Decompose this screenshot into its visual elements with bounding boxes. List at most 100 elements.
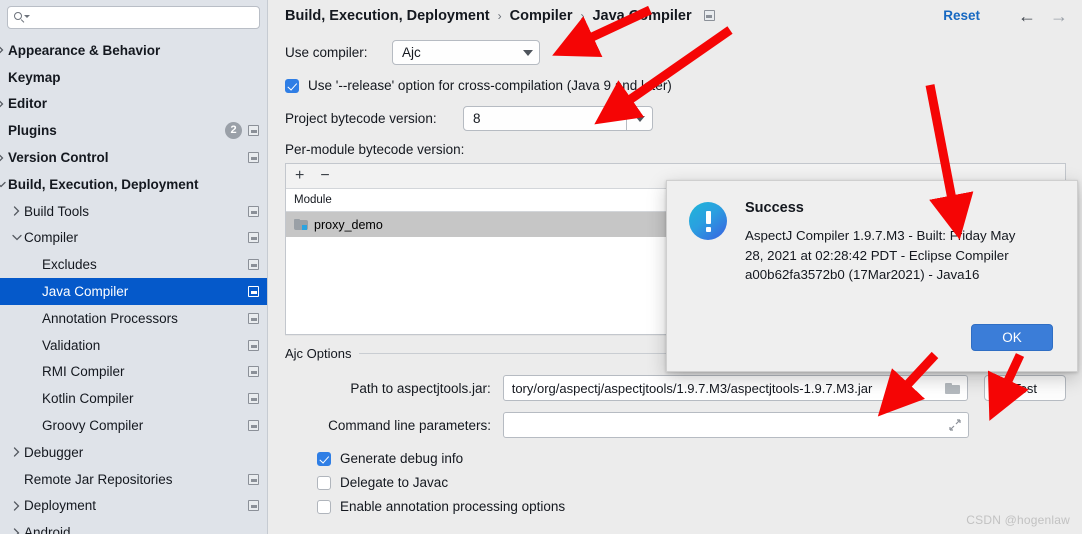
add-module-button[interactable]: + xyxy=(295,168,304,184)
sidebar-item-label: Version Control xyxy=(8,150,109,166)
sidebar-item-label: Excludes xyxy=(42,257,97,273)
project-settings-icon xyxy=(248,339,259,351)
sidebar-item-label: Keymap xyxy=(8,69,61,85)
sidebar-item-validation[interactable]: Validation xyxy=(0,332,267,359)
per-module-label: Per-module bytecode version: xyxy=(285,142,465,157)
dialog-text-block: Success AspectJ Compiler 1.9.7.M3 - Buil… xyxy=(745,200,1027,285)
project-bytecode-label: Project bytecode version: xyxy=(285,111,437,126)
project-settings-icon xyxy=(248,205,259,217)
delegate-to-javac-checkbox[interactable] xyxy=(317,475,331,490)
use-compiler-row: Use compiler: Ajc xyxy=(285,40,1066,65)
project-settings-icon xyxy=(248,420,259,432)
chevron-right-icon[interactable] xyxy=(0,153,7,163)
sidebar-item-debugger[interactable]: Debugger xyxy=(0,439,267,466)
sidebar-item-label: Compiler xyxy=(24,230,79,246)
ok-button[interactable]: OK xyxy=(971,324,1053,351)
sidebar-item-groovy-compiler[interactable]: Groovy Compiler xyxy=(0,412,267,439)
sidebar-item-plugins[interactable]: Plugins 2 xyxy=(0,117,267,144)
sidebar-item-excludes[interactable]: Excludes xyxy=(0,251,267,278)
breadcrumb-item-2[interactable]: Java Compiler xyxy=(592,8,691,24)
cmd-label: Command line parameters: xyxy=(328,417,491,433)
sidebar-item-remote-jar-repositories[interactable]: Remote Jar Repositories xyxy=(0,466,267,493)
chevron-right-icon[interactable] xyxy=(10,528,23,534)
project-settings-icon xyxy=(248,125,259,137)
chevron-down-icon[interactable] xyxy=(0,181,7,188)
ajc-options-title: Ajc Options xyxy=(285,346,352,361)
generate-debug-info-checkbox[interactable] xyxy=(317,451,331,466)
breadcrumb-item-0[interactable]: Build, Execution, Deployment xyxy=(285,8,490,24)
sidebar-item-build-tools[interactable]: Build Tools xyxy=(0,198,267,225)
breadcrumb: Build, Execution, Deployment › Compiler … xyxy=(285,8,715,24)
sidebar-item-label: Groovy Compiler xyxy=(42,418,144,434)
sidebar-item-build-execution-deployment[interactable]: Build, Execution, Deployment xyxy=(0,171,267,198)
sidebar-item-label: Editor xyxy=(8,96,47,112)
sidebar-item-deployment[interactable]: Deployment xyxy=(0,493,267,520)
sidebar-item-annotation-processors[interactable]: Annotation Processors xyxy=(0,305,267,332)
sidebar-item-editor[interactable]: Editor xyxy=(0,91,267,118)
expand-editor-icon[interactable] xyxy=(949,419,961,431)
chevron-right-icon[interactable] xyxy=(0,45,7,55)
enable-annotation-processing-row[interactable]: Enable annotation processing options xyxy=(285,499,1066,514)
project-settings-icon xyxy=(703,10,715,21)
project-settings-icon xyxy=(248,286,259,298)
path-to-aspectjtools-row: Path to aspectjtools.jar: tory/org/aspec… xyxy=(285,375,1066,401)
chevron-down-icon[interactable] xyxy=(10,234,23,241)
back-arrow-icon[interactable]: ← xyxy=(1018,7,1036,25)
release-option-row[interactable]: Use '--release' option for cross-compila… xyxy=(285,78,1066,93)
sidebar-item-android[interactable]: Android xyxy=(0,519,267,534)
remove-module-button[interactable]: − xyxy=(320,168,329,184)
use-compiler-select[interactable]: Ajc xyxy=(392,40,540,65)
folder-browse-icon[interactable] xyxy=(945,382,961,394)
cmd-input[interactable] xyxy=(503,412,969,438)
sidebar-item-label: Build, Execution, Deployment xyxy=(8,176,199,192)
path-input[interactable]: tory/org/aspectj/aspectjtools/1.9.7.M3/a… xyxy=(502,375,969,401)
enable-annotation-processing-checkbox[interactable] xyxy=(317,499,331,514)
release-option-checkbox[interactable] xyxy=(285,78,299,93)
sidebar-item-label: Java Compiler xyxy=(42,284,129,300)
chevron-right-icon[interactable] xyxy=(0,99,7,109)
search-box[interactable] xyxy=(7,6,260,29)
sidebar-item-java-compiler[interactable]: Java Compiler xyxy=(0,278,267,305)
chevron-right-icon[interactable] xyxy=(10,206,23,216)
generate-debug-info-row[interactable]: Generate debug info xyxy=(285,451,1066,466)
use-compiler-value: Ajc xyxy=(402,45,421,60)
sidebar-search-wrap xyxy=(0,0,267,34)
sidebar-item-appearance-behavior[interactable]: Appearance & Behavior xyxy=(0,37,267,64)
project-bytecode-value: 8 xyxy=(473,111,481,126)
project-bytecode-row: Project bytecode version: 8 xyxy=(285,106,1066,131)
delegate-to-javac-label: Delegate to Javac xyxy=(340,475,449,490)
delegate-to-javac-row[interactable]: Delegate to Javac xyxy=(285,475,1066,490)
dialog-message: AspectJ Compiler 1.9.7.M3 - Built: Frida… xyxy=(745,228,1016,283)
info-icon xyxy=(689,202,727,240)
use-compiler-label: Use compiler: xyxy=(285,45,368,60)
sidebar-item-badge: 2 xyxy=(225,122,242,140)
dialog-actions: OK xyxy=(971,324,1053,351)
chevron-right-icon[interactable] xyxy=(10,501,23,511)
settings-header: Build, Execution, Deployment › Compiler … xyxy=(268,0,1082,31)
project-bytecode-select[interactable]: 8 xyxy=(463,106,653,131)
chevron-right-icon[interactable] xyxy=(10,447,23,457)
watermark: CSDN @hogenlaw xyxy=(966,513,1070,527)
module-icon xyxy=(294,218,308,231)
settings-window: Appearance & Behavior Keymap Editor Plugins… xyxy=(0,0,1082,534)
project-settings-icon xyxy=(248,152,259,164)
search-icon xyxy=(14,11,30,25)
sidebar-item-label: Build Tools xyxy=(24,203,90,219)
sidebar-item-keymap[interactable]: Keymap xyxy=(0,64,267,91)
project-settings-icon xyxy=(248,500,259,512)
breadcrumb-separator-icon: › xyxy=(580,8,585,23)
sidebar-item-compiler[interactable]: Compiler xyxy=(0,225,267,252)
forward-arrow-icon[interactable]: → xyxy=(1050,7,1068,25)
breadcrumb-item-1[interactable]: Compiler xyxy=(510,8,573,24)
sidebar-item-rmi-compiler[interactable]: RMI Compiler xyxy=(0,359,267,386)
sidebar-item-version-control[interactable]: Version Control xyxy=(0,144,267,171)
command-line-parameters-row: Command line parameters: xyxy=(285,412,1066,438)
project-settings-icon xyxy=(248,312,259,324)
project-settings-icon xyxy=(248,393,259,405)
settings-tree: Appearance & Behavior Keymap Editor Plugins… xyxy=(0,34,267,534)
sidebar-item-label: Annotation Processors xyxy=(42,310,178,326)
reset-button[interactable]: Reset xyxy=(943,8,980,23)
test-button[interactable]: Test xyxy=(984,375,1066,401)
search-input[interactable] xyxy=(30,10,253,25)
sidebar-item-kotlin-compiler[interactable]: Kotlin Compiler xyxy=(0,385,267,412)
